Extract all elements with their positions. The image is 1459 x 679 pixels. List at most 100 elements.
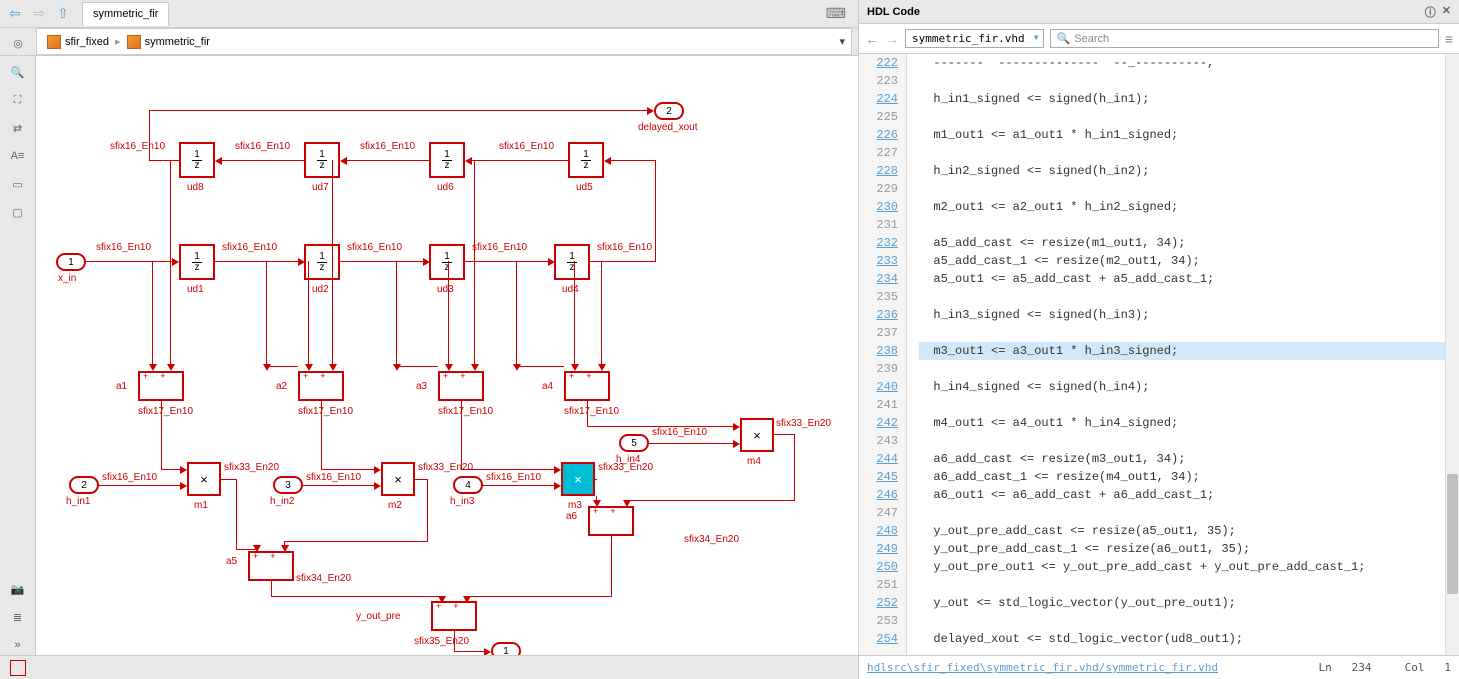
add-block-a6[interactable]: ++ (588, 506, 634, 536)
delay-block-ud6[interactable]: 1z (429, 142, 465, 178)
outport-1[interactable]: 1 (491, 642, 521, 655)
line-number[interactable]: 238 (859, 342, 898, 360)
code-line[interactable]: a6_out1 <= a6_add_cast + a6_add_cast_1; (919, 486, 1445, 504)
line-number[interactable]: 226 (859, 126, 898, 144)
code-line[interactable]: y_out <= std_logic_vector(y_out_pre_out1… (919, 594, 1445, 612)
code-line[interactable]: h_in3_signed <= signed(h_in3); (919, 306, 1445, 324)
line-number[interactable]: 234 (859, 270, 898, 288)
inport-2[interactable]: 2 (69, 476, 99, 494)
code-content[interactable]: ------- -------------- --_----------, h_… (907, 54, 1445, 655)
file-path[interactable]: hdlsrc\sfir_fixed\symmetric_fir.vhd/symm… (867, 661, 1218, 674)
code-editor[interactable]: 2222232242252262272282292302312322332342… (859, 54, 1459, 655)
code-line[interactable]: y_out_pre_out1 <= y_out_pre_add_cast + y… (919, 558, 1445, 576)
camera-icon[interactable]: 📷 (8, 579, 28, 599)
line-number[interactable]: 252 (859, 594, 898, 612)
nav-up-button[interactable]: ⇧ (52, 3, 74, 25)
code-line[interactable] (919, 144, 1445, 162)
image-icon[interactable]: ▭ (8, 174, 28, 194)
code-line[interactable]: ------- -------------- --_----------, (919, 54, 1445, 72)
code-line[interactable]: a5_out1 <= a5_add_cast + a5_add_cast_1; (919, 270, 1445, 288)
line-number[interactable]: 248 (859, 522, 898, 540)
nav-forward-button[interactable]: → (885, 31, 899, 47)
delay-block-ud3[interactable]: 1z (429, 244, 465, 280)
close-icon[interactable]: ✕ (1442, 4, 1451, 20)
file-select[interactable]: symmetric_fir.vhd (905, 29, 1044, 48)
line-number[interactable]: 246 (859, 486, 898, 504)
line-number[interactable]: 245 (859, 468, 898, 486)
add-block-a5[interactable]: ++ (248, 551, 294, 581)
outport-2[interactable]: 2 (654, 102, 684, 120)
add-block-youtpre[interactable]: ++ (431, 601, 477, 631)
code-line[interactable] (919, 396, 1445, 414)
code-line[interactable]: h_in4_signed <= signed(h_in4); (919, 378, 1445, 396)
code-line[interactable]: h_in2_signed <= signed(h_in2); (919, 162, 1445, 180)
code-line[interactable] (919, 72, 1445, 90)
chevron-down-icon[interactable]: ▾ (839, 35, 845, 48)
line-number[interactable]: 242 (859, 414, 898, 432)
code-line[interactable]: a5_add_cast <= resize(m1_out1, 34); (919, 234, 1445, 252)
line-number[interactable]: 236 (859, 306, 898, 324)
code-line[interactable] (919, 180, 1445, 198)
zoom-icon[interactable]: 🔍 (8, 62, 28, 82)
code-line[interactable] (919, 576, 1445, 594)
code-line[interactable]: a6_add_cast <= resize(m3_out1, 34); (919, 450, 1445, 468)
mul-block-m4[interactable]: × (740, 418, 774, 452)
model-tab[interactable]: symmetric_fir (82, 2, 169, 26)
code-line[interactable] (919, 504, 1445, 522)
code-line[interactable]: y_out_pre_add_cast <= resize(a5_out1, 35… (919, 522, 1445, 540)
line-number[interactable]: 233 (859, 252, 898, 270)
add-block-a2[interactable]: ++ (298, 371, 344, 401)
line-number[interactable]: 224 (859, 90, 898, 108)
mul-block-m2[interactable]: × (381, 462, 415, 496)
add-block-a1[interactable]: ++ (138, 371, 184, 401)
breadcrumb-item[interactable]: symmetric_fir (123, 35, 214, 49)
nav-back-button[interactable]: ⇦ (4, 3, 26, 25)
target-icon[interactable]: ◎ (8, 34, 28, 54)
code-line[interactable] (919, 612, 1445, 630)
arrows-icon[interactable]: ⇄ (8, 118, 28, 138)
line-number[interactable]: 240 (859, 378, 898, 396)
scrollbar-thumb[interactable] (1447, 474, 1458, 594)
mul-block-m3[interactable]: × (561, 462, 595, 496)
nav-back-button[interactable]: ← (865, 31, 879, 47)
line-number[interactable]: 232 (859, 234, 898, 252)
scrollbar[interactable] (1445, 54, 1459, 655)
inport-5[interactable]: 5 (619, 434, 649, 452)
code-line[interactable]: y_out_pre_add_cast_1 <= resize(a6_out1, … (919, 540, 1445, 558)
code-line[interactable] (919, 288, 1445, 306)
add-block-a4[interactable]: ++ (564, 371, 610, 401)
line-number[interactable]: 249 (859, 540, 898, 558)
code-line[interactable]: m3_out1 <= a3_out1 * h_in3_signed; (919, 342, 1445, 360)
line-number[interactable]: 244 (859, 450, 898, 468)
code-line[interactable]: a6_add_cast_1 <= resize(m4_out1, 34); (919, 468, 1445, 486)
status-icon[interactable] (10, 660, 26, 676)
code-line[interactable] (919, 216, 1445, 234)
delay-block-ud2[interactable]: 1z (304, 244, 340, 280)
inport-4[interactable]: 4 (453, 476, 483, 494)
add-block-a3[interactable]: ++ (438, 371, 484, 401)
expand-icon[interactable]: » (8, 635, 28, 655)
mul-block-m1[interactable]: × (187, 462, 221, 496)
delay-block-ud8[interactable]: 1z (179, 142, 215, 178)
code-line[interactable] (919, 324, 1445, 342)
fit-icon[interactable]: ⛶ (8, 90, 28, 110)
delay-block-ud7[interactable]: 1z (304, 142, 340, 178)
breadcrumb-item[interactable]: sfir_fixed (43, 35, 113, 49)
code-line[interactable] (919, 432, 1445, 450)
list-icon[interactable]: ≣ (8, 607, 28, 627)
breadcrumb[interactable]: sfir_fixed ▸ symmetric_fir ▾ (36, 28, 852, 55)
delay-block-ud1[interactable]: 1z (179, 244, 215, 280)
code-line[interactable]: m2_out1 <= a2_out1 * h_in2_signed; (919, 198, 1445, 216)
nav-forward-button[interactable]: ⇨ (28, 3, 50, 25)
code-line[interactable] (919, 360, 1445, 378)
delay-block-ud4[interactable]: 1z (554, 244, 590, 280)
code-line[interactable]: m1_out1 <= a1_out1 * h_in1_signed; (919, 126, 1445, 144)
search-input[interactable]: 🔍 Search (1050, 29, 1439, 48)
diagram-canvas[interactable]: 1 x_in sfix16_En10 1z ud1 sfix16_En10 1z… (36, 56, 858, 655)
text-icon[interactable]: A≡ (8, 146, 28, 166)
help-icon[interactable]: ⓘ (1425, 4, 1436, 20)
inport-3[interactable]: 3 (273, 476, 303, 494)
inport-1[interactable]: 1 (56, 253, 86, 271)
line-number[interactable]: 230 (859, 198, 898, 216)
code-line[interactable] (919, 108, 1445, 126)
